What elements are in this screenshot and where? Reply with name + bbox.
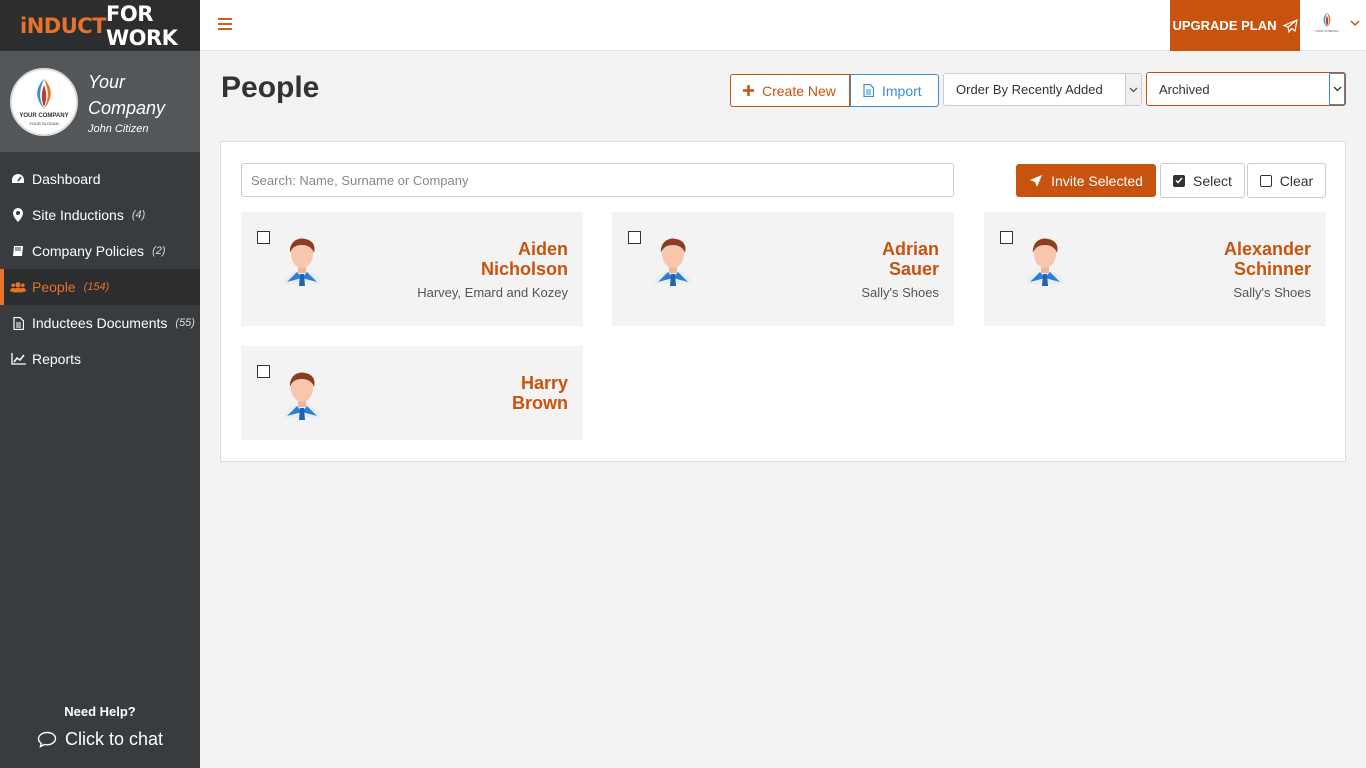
chevron-down-icon bbox=[1125, 74, 1141, 105]
chat-bubble-icon bbox=[37, 731, 57, 748]
sidebar-item-label: Site Inductions bbox=[32, 207, 124, 223]
clear-selection-button[interactable]: Clear bbox=[1247, 163, 1326, 198]
chevron-down-icon[interactable] bbox=[1350, 20, 1360, 27]
sidebar-item-count: (4) bbox=[131, 209, 146, 221]
sidebar-item-label: Inductees Documents bbox=[32, 315, 168, 331]
page-title: People bbox=[221, 71, 320, 104]
person-card[interactable]: Aiden Nicholson Harvey, Emard and Kozey bbox=[241, 212, 583, 326]
hamburger-menu-icon[interactable] bbox=[218, 18, 232, 32]
person-name: Alexander Schinner bbox=[1223, 239, 1311, 279]
company-info: Your Company John Citizen bbox=[88, 69, 165, 135]
sidebar-nav: Dashboard Site Inductions (4) Company Po… bbox=[0, 161, 200, 377]
document-icon bbox=[10, 315, 26, 331]
paper-plane-icon bbox=[1282, 18, 1298, 33]
company-logo-mark-small bbox=[1323, 12, 1331, 28]
sidebar-item-label: Dashboard bbox=[32, 171, 101, 187]
person-card[interactable]: Alexander Schinner Sally's Shoes bbox=[984, 212, 1326, 326]
invite-selected-button[interactable]: Invite Selected bbox=[1016, 164, 1156, 197]
status-filter-value: Archived bbox=[1159, 81, 1210, 97]
user-avatar[interactable]: YOUR COMPANY bbox=[1312, 11, 1342, 41]
sidebar-item-site-inductions[interactable]: Site Inductions (4) bbox=[0, 197, 200, 233]
person-checkbox[interactable] bbox=[257, 365, 270, 378]
sidebar-item-count: (154) bbox=[83, 281, 110, 293]
person-checkbox[interactable] bbox=[628, 231, 641, 244]
company-name-line2: Company bbox=[88, 97, 166, 118]
select-label: Select bbox=[1193, 172, 1232, 189]
avatar-text: YOUR COMPANY bbox=[1314, 29, 1340, 33]
help-title: Need Help? bbox=[64, 704, 136, 719]
company-name-line1: Your bbox=[88, 71, 126, 92]
user-name: John Citizen bbox=[88, 122, 149, 135]
search-input[interactable] bbox=[241, 163, 954, 197]
person-avatar-icon bbox=[1026, 238, 1064, 286]
brand-logo[interactable]: iNDUCT FOR WORK bbox=[0, 0, 200, 51]
person-name: Aiden Nicholson bbox=[480, 239, 568, 279]
sidebar-item-count: (2) bbox=[152, 245, 166, 257]
book-icon bbox=[10, 243, 26, 259]
company-logo-mark bbox=[37, 79, 51, 109]
sidebar-item-dashboard[interactable]: Dashboard bbox=[0, 161, 200, 197]
sidebar-item-reports[interactable]: Reports bbox=[0, 341, 200, 377]
import-label: Import bbox=[882, 82, 922, 99]
invite-selected-label: Invite Selected bbox=[1051, 172, 1143, 189]
order-by-select[interactable]: Order By Recently Added bbox=[943, 73, 1142, 106]
create-new-button[interactable]: Create New bbox=[730, 74, 850, 107]
person-checkbox[interactable] bbox=[1000, 231, 1013, 244]
person-avatar-icon bbox=[283, 238, 321, 286]
person-name: Harry Brown bbox=[512, 373, 568, 413]
topbar: UPGRADE PLAN YOUR COMPANY bbox=[200, 0, 1366, 51]
users-icon bbox=[10, 279, 26, 295]
status-filter-select[interactable]: Archived bbox=[1146, 72, 1346, 106]
person-card[interactable]: Harry Brown bbox=[241, 346, 583, 440]
create-new-label: Create New bbox=[762, 82, 836, 99]
person-company: Sally's Shoes bbox=[861, 285, 939, 300]
sidebar-item-inductees-documents[interactable]: Inductees Documents (55) bbox=[0, 305, 200, 341]
document-icon bbox=[863, 84, 874, 97]
brand-part2: FOR WORK bbox=[106, 1, 178, 50]
company-logo[interactable]: YOUR COMPANY YOUR SLOGAN bbox=[10, 67, 78, 136]
sidebar-item-people[interactable]: People (154) bbox=[0, 269, 200, 305]
location-arrow-icon bbox=[1030, 174, 1043, 187]
upgrade-plan-button[interactable]: UPGRADE PLAN bbox=[1170, 0, 1300, 51]
sidebar-item-company-policies[interactable]: Company Policies (2) bbox=[0, 233, 200, 269]
dashboard-icon bbox=[10, 171, 26, 187]
person-name: Adrian Sauer bbox=[881, 239, 939, 279]
clear-label: Clear bbox=[1279, 172, 1314, 189]
order-by-value: Order By Recently Added bbox=[956, 82, 1103, 97]
person-checkbox[interactable] bbox=[257, 231, 270, 244]
company-logo-text: YOUR COMPANY bbox=[19, 113, 69, 119]
company-block: YOUR COMPANY YOUR SLOGAN Your Company Jo… bbox=[0, 51, 200, 152]
map-marker-icon bbox=[10, 207, 26, 223]
chat-label: Click to chat bbox=[64, 729, 164, 749]
person-avatar-icon bbox=[283, 372, 321, 420]
sidebar-item-label: Reports bbox=[32, 351, 82, 367]
upgrade-plan-label: UPGRADE PLAN bbox=[1172, 18, 1277, 33]
help-section: Need Help? Click to chat bbox=[0, 704, 200, 750]
sidebar: iNDUCT FOR WORK YOUR COMPANY YOUR SLOGAN … bbox=[0, 0, 200, 768]
people-panel: Invite Selected Select Clear AidenNichol… bbox=[220, 141, 1346, 462]
header-actions: Create New Import bbox=[730, 74, 939, 107]
sidebar-item-count: (55) bbox=[175, 317, 195, 329]
line-chart-icon bbox=[10, 351, 26, 367]
empty-box-icon bbox=[1259, 174, 1272, 187]
chat-link[interactable]: Click to chat bbox=[0, 729, 200, 750]
sidebar-item-label: Company Policies bbox=[32, 243, 145, 259]
plus-icon bbox=[743, 85, 754, 96]
person-company: Sally's Shoes bbox=[1233, 285, 1311, 300]
brand-part1: iNDUCT bbox=[20, 13, 107, 38]
select-all-button[interactable]: Select bbox=[1160, 163, 1245, 198]
person-avatar-icon bbox=[654, 238, 692, 286]
sidebar-item-label: People bbox=[32, 279, 76, 295]
company-logo-sub: YOUR SLOGAN bbox=[29, 121, 59, 126]
chevron-down-icon bbox=[1329, 73, 1345, 105]
person-company: Harvey, Emard and Kozey bbox=[417, 285, 568, 300]
person-card[interactable]: Adrian Sauer Sally's Shoes bbox=[612, 212, 954, 326]
checked-box-icon bbox=[1173, 174, 1186, 187]
import-button[interactable]: Import bbox=[850, 74, 939, 107]
